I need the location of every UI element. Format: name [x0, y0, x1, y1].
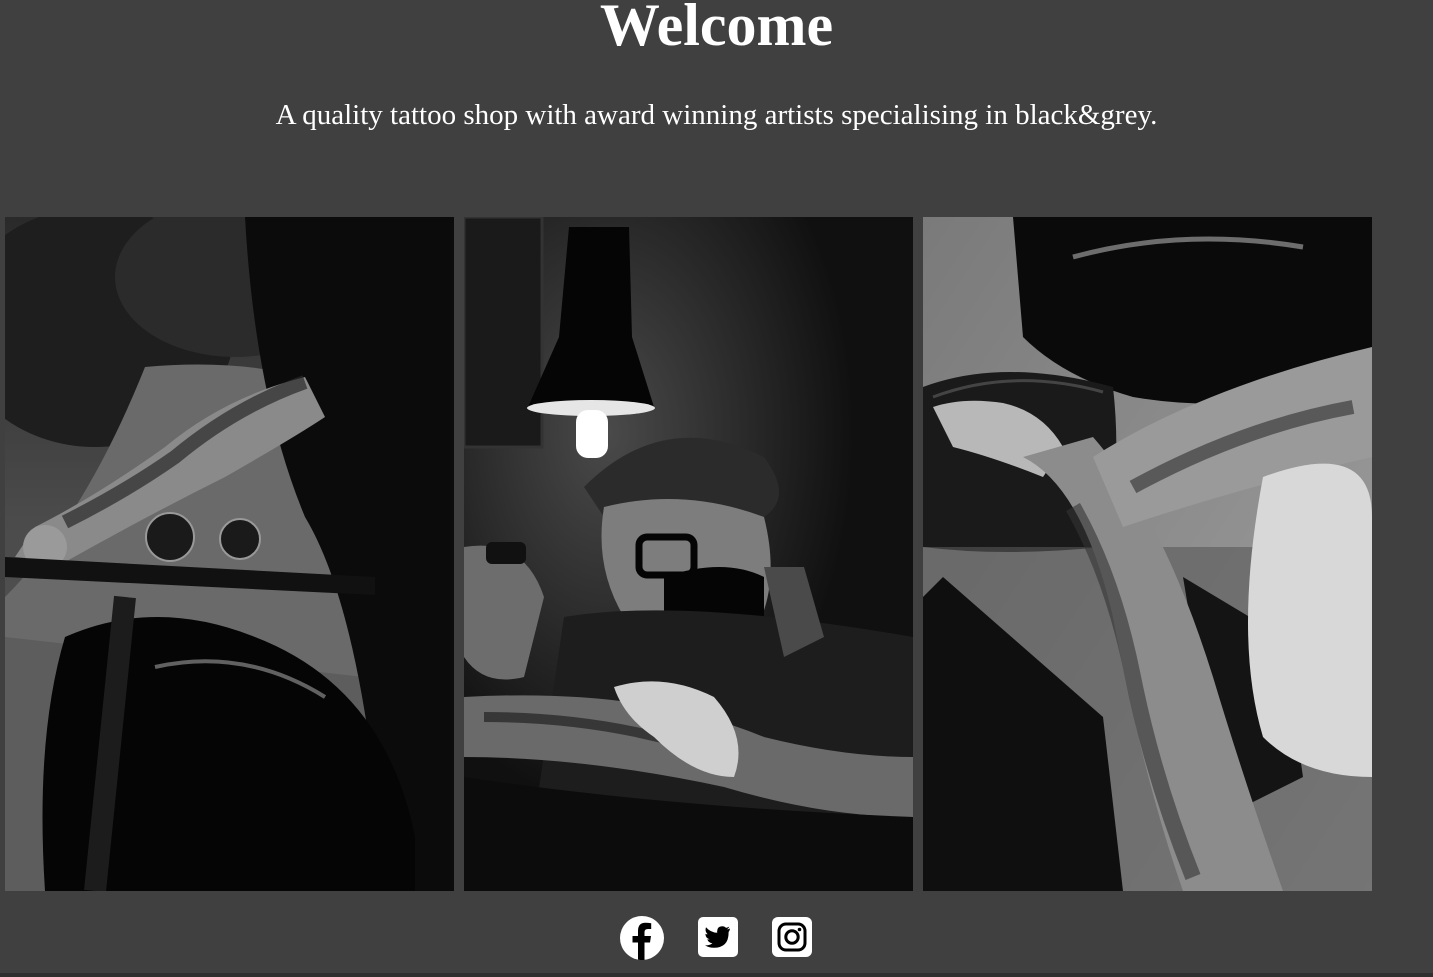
twitter-icon: [698, 917, 738, 957]
footer-divider: [0, 973, 1433, 977]
gallery-photo-motorcycle-arm: [5, 217, 454, 891]
instagram-link[interactable]: [769, 915, 815, 961]
photo-gallery: [5, 217, 1373, 891]
facebook-icon: [620, 916, 664, 961]
gallery-photo-arms-on-motorcycle: [923, 217, 1372, 891]
facebook-link[interactable]: [619, 915, 665, 961]
page-title: Welcome: [599, 0, 834, 58]
instagram-icon: [772, 917, 812, 957]
gallery-photo-tattoo-artist: [464, 217, 913, 891]
social-links: [0, 915, 1433, 961]
twitter-link[interactable]: [695, 915, 741, 961]
tagline: A quality tattoo shop with award winning…: [275, 99, 1158, 131]
